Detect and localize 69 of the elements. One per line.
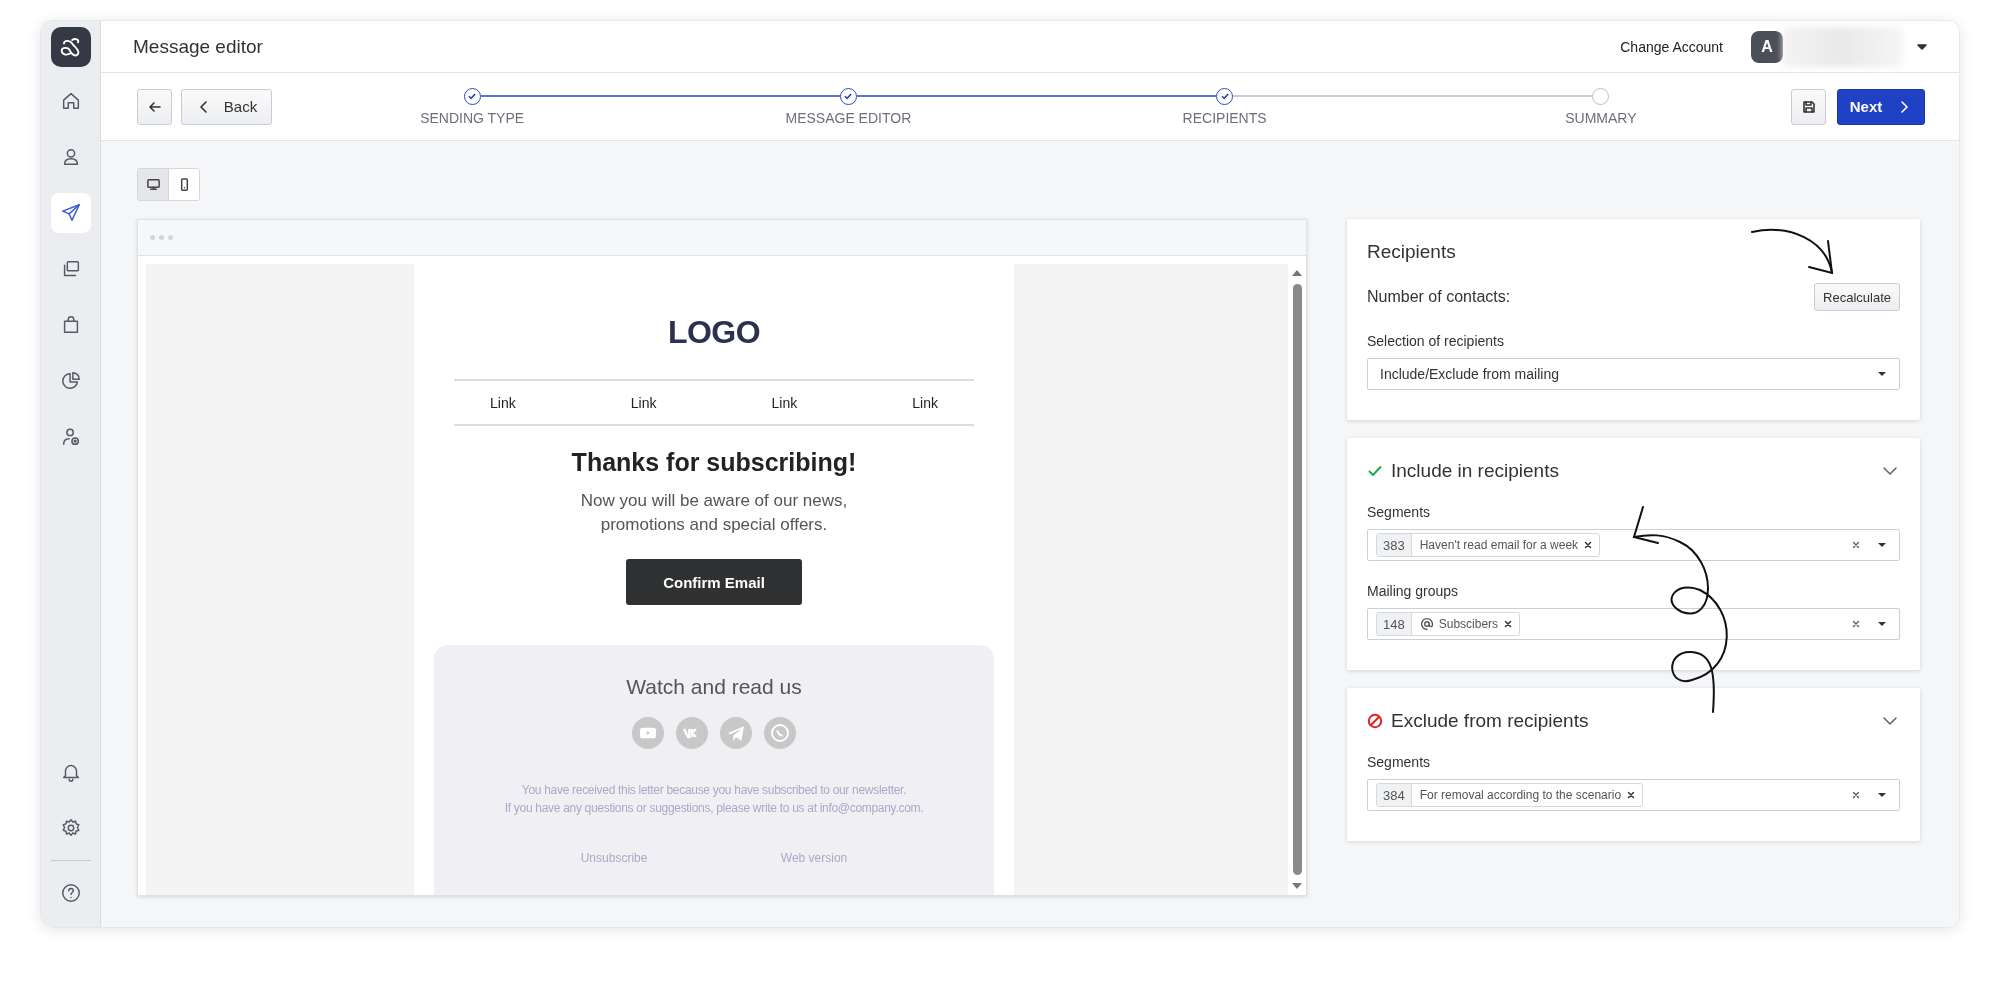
step-label[interactable]: RECIPIENTS — [1182, 110, 1267, 126]
prohibited-icon — [1367, 713, 1383, 729]
multiselect-field[interactable]: 148 Subscibers — [1367, 608, 1900, 640]
footer-title: Watch and read us — [625, 675, 803, 699]
selected-tag[interactable]: 384 For removal according to the scenario — [1376, 783, 1644, 807]
nav-link[interactable]: Link — [490, 394, 516, 411]
scroll-down-icon[interactable] — [1292, 883, 1302, 889]
desktop-view-button[interactable] — [138, 169, 168, 200]
email-heading: Thanks for subscribing! — [570, 447, 858, 477]
at-sign-icon — [1419, 617, 1434, 631]
remove-icon[interactable] — [1503, 619, 1514, 629]
tag-count: 383 — [1377, 534, 1412, 556]
change-account-link[interactable]: Change Account — [1620, 38, 1723, 55]
paper-plane-icon — [59, 202, 82, 224]
field-label: Segments — [1367, 504, 1432, 520]
footer-notice: You have received this letter because you have subscribed to our newsletter. If you have any questions or suggestions, please write to us at info@company.com. — [503, 782, 925, 817]
multiselect-field[interactable]: 384 For removal according to the scenario — [1367, 779, 1900, 811]
clear-icon[interactable] — [1851, 540, 1861, 550]
caret-icon — [1917, 43, 1927, 50]
caret-icon — [1877, 542, 1887, 548]
back-button[interactable]: Back — [181, 88, 272, 125]
tag-label: Subscibers — [1438, 617, 1499, 631]
mobile-view-button[interactable] — [168, 169, 199, 200]
remove-icon[interactable] — [1626, 790, 1637, 800]
field-label: Selection of recipients — [1367, 333, 1505, 349]
next-button[interactable]: Next — [1837, 88, 1925, 125]
clear-icon[interactable] — [1851, 790, 1861, 800]
step-label[interactable]: MESSAGE EDITOR — [785, 110, 912, 126]
sidebar-item[interactable] — [50, 193, 91, 233]
check-icon — [1367, 463, 1383, 479]
logo-text: LOGO — [666, 313, 762, 352]
field-label: Segments — [1367, 754, 1432, 770]
account-avatar[interactable]: A — [1751, 30, 1783, 63]
save-button[interactable] — [1791, 88, 1826, 125]
step-label[interactable]: SUMMARY — [1565, 110, 1637, 126]
caret-icon — [1877, 371, 1887, 377]
caret-icon — [1877, 621, 1887, 627]
multiselect-field[interactable]: 383 Haven't read email for a week — [1367, 529, 1900, 561]
selection-dropdown[interactable]: Include/Exclude from mailing — [1367, 358, 1900, 390]
confirm-email-button[interactable]: Confirm Email — [626, 559, 802, 605]
clear-icon[interactable] — [1851, 619, 1861, 629]
tag-label: For removal according to the scenario — [1419, 788, 1622, 802]
remove-icon[interactable] — [1583, 540, 1594, 550]
help-icon — [59, 882, 82, 904]
nav-link[interactable]: Link — [630, 394, 657, 411]
recalculate-button[interactable]: Recalculate — [1814, 283, 1900, 311]
tag-count: 384 — [1377, 784, 1412, 806]
selected-tag[interactable]: 148 Subscibers — [1376, 612, 1521, 636]
monitor-icon — [145, 177, 161, 192]
contacts-label: Number of contacts: — [1367, 288, 1511, 306]
card-title: Recipients — [1367, 241, 1457, 263]
scroll-up-icon[interactable] — [1292, 270, 1302, 276]
app-logo[interactable] — [50, 27, 91, 67]
field-label: Mailing groups — [1367, 583, 1460, 599]
nav-link[interactable]: Link — [771, 394, 798, 411]
email-text: Now you will be aware of our news, promotions and special offers. — [579, 490, 849, 536]
section-title: Include in recipients — [1391, 460, 1559, 482]
caret-icon — [1877, 792, 1887, 798]
settings-icon — [59, 817, 82, 839]
selected-tag[interactable]: 383 Haven't read email for a week — [1376, 533, 1601, 557]
section-title: Exclude from recipients — [1391, 710, 1589, 732]
nav-link[interactable]: Link — [912, 394, 938, 411]
step-label[interactable]: SENDING TYPE — [420, 110, 525, 126]
scrollbar[interactable] — [1288, 264, 1306, 895]
tag-label: Haven't read email for a week — [1419, 538, 1579, 552]
page-title: Message editor — [133, 35, 263, 58]
tag-count: 148 — [1377, 613, 1412, 635]
back-arrow-button[interactable] — [137, 88, 172, 125]
pie-chart-icon — [59, 370, 82, 392]
